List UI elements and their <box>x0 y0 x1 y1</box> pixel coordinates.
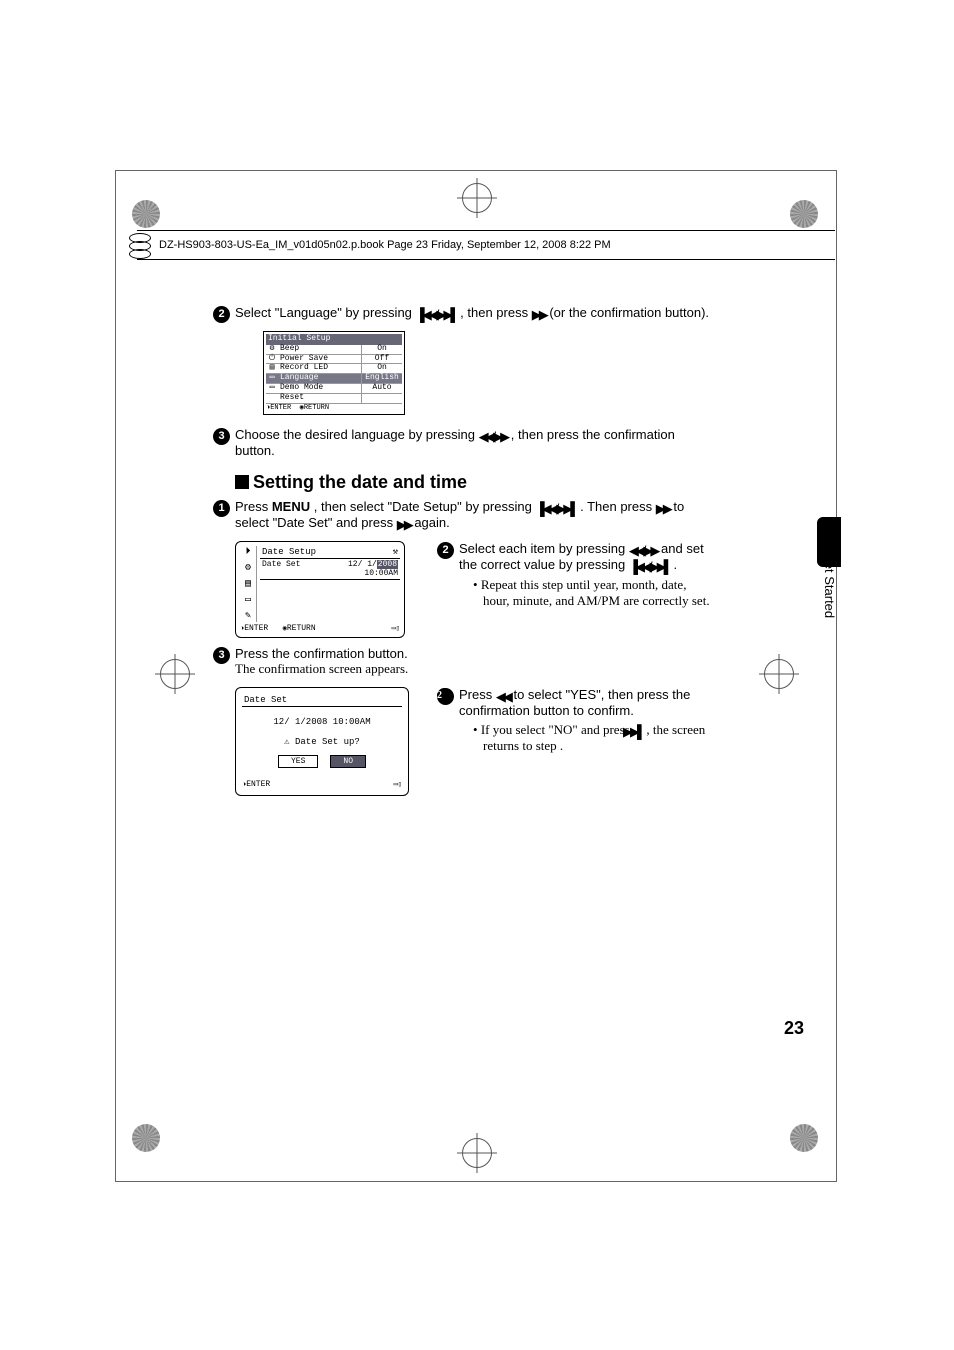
step4-bullet-c: . <box>560 738 563 753</box>
section-heading: Setting the date and time <box>235 472 715 493</box>
date-set-confirm-screenshot: Date Set 12/ 1/2008 10:00AM ⚠ Date Set u… <box>235 687 409 796</box>
next-track-icon: ▶▶▌ <box>633 725 643 738</box>
confirm-row: Date Set 12/ 1/2008 10:00AM ⚠ Date Set u… <box>235 687 715 796</box>
page-number: 23 <box>784 1018 804 1039</box>
step-1: 1 Press MENU , then select "Date Setup" … <box>235 499 715 531</box>
confirm-prompt: Date Set up? <box>295 737 360 747</box>
rewind-icon: ◀◀ <box>496 690 510 703</box>
crosshair-mark <box>160 659 190 689</box>
step4-bullet: If you select "NO" and press ▶▶▌ , the s… <box>473 722 715 754</box>
camera-icon: ⏵ <box>246 546 251 558</box>
step3-text-a: Choose the desired language by pressing <box>235 427 479 442</box>
page-content: 2 Select "Language" by pressing ▐◀◀/▶▶▌ … <box>235 305 715 804</box>
warning-icon: ⚠ <box>284 737 289 747</box>
menu1-row-reset: Reset <box>266 394 402 404</box>
yes-button: YES <box>278 755 318 768</box>
confirm-datetime: 12/ 1/2008 10:00AM <box>242 717 402 727</box>
step2-text-a: Select "Language" by pressing <box>235 305 416 320</box>
year-highlight: 2008 <box>377 560 398 569</box>
step1-c: . Then press <box>580 499 656 514</box>
binding-icon <box>129 231 153 259</box>
step3b-a: Press the confirmation button. <box>235 646 408 661</box>
date-part: 12/ 1/ <box>348 560 377 569</box>
step-3-top: 3 Choose the desired language by pressin… <box>235 427 715 458</box>
step-number-2: 2 <box>213 306 230 323</box>
registration-mark <box>132 1124 160 1152</box>
prev-next-icon: ▐◀◀/▶▶▌ <box>535 502 576 515</box>
fast-forward-icon: ▶▶ <box>532 308 546 321</box>
footer-enter: ENTER <box>244 624 268 633</box>
fast-forward-icon: ▶▶ <box>397 518 411 531</box>
registration-mark <box>132 200 160 228</box>
menu1-footer: ◑ENTER ◉RETURN <box>266 404 402 413</box>
step1-e: again. <box>414 515 449 530</box>
chapter-tab-label: Let's Get Started <box>822 521 837 618</box>
step2r-a: Select each item by pressing <box>459 541 629 556</box>
square-bullet-icon <box>235 475 249 489</box>
fast-forward-icon: ▶▶ <box>656 502 670 515</box>
footer-return: RETURN <box>287 624 316 633</box>
battery-icon: ▭▯ <box>394 780 402 789</box>
tool-icon: ✎ <box>245 610 251 622</box>
battery-icon: ▭▯ <box>392 624 400 633</box>
calendar-icon: ▤ <box>245 578 251 590</box>
registration-mark <box>790 1124 818 1152</box>
step-4: 4 Press ◀◀ to select "YES", then press t… <box>459 687 715 754</box>
step-2-top: 2 Select "Language" by pressing ▐◀◀/▶▶▌ … <box>235 305 715 321</box>
prev-next-icon: ▐◀◀/▶▶▌ <box>416 308 457 321</box>
footer-enter: ENTER <box>246 780 270 789</box>
gear-icon: ⚙ <box>245 562 251 574</box>
rew-ff-icon: ◀◀/▶▶ <box>629 544 658 557</box>
step3b-b: The confirmation screen appears. <box>235 661 408 676</box>
step4-bullet-a: If you select "NO" and press <box>481 722 633 737</box>
step-2-right: 2 Select each item by pressing ◀◀/▶▶ and… <box>459 541 715 609</box>
step-number-2: 2 <box>437 542 454 559</box>
doc-header-text: DZ-HS903-803-US-Ea_IM_v01d05n02.p.book P… <box>159 239 611 251</box>
menu3-title: Date Set <box>242 694 402 707</box>
rew-ff-icon: ◀◀/▶▶ <box>479 430 508 443</box>
date-set-row: Date Set 12/ 1/2008 10:00AM <box>260 559 400 580</box>
date-setup-screenshot: ⏵ ⚙ ▤ ▭ ✎ Date Setup ⚒ Date Set 12/ 1/200… <box>235 541 405 638</box>
crosshair-mark <box>462 1138 492 1168</box>
no-button: NO <box>330 755 366 768</box>
time-part: 10:00AM <box>364 569 398 578</box>
step1-a: Press <box>235 499 272 514</box>
registration-mark <box>790 200 818 228</box>
initial-setup-screenshot: Initial Setup ⚙BeepOn ⏻Power SaveOff ▤Re… <box>263 331 405 415</box>
heading-text: Setting the date and time <box>253 472 467 492</box>
step1-b: , then select "Date Setup" by pressing <box>314 499 536 514</box>
doc-header: DZ-HS903-803-US-Ea_IM_v01d05n02.p.book P… <box>137 230 835 260</box>
prev-next-icon: ▐◀◀/▶▶▌ <box>629 560 670 573</box>
step2-text-b: , then press <box>460 305 532 320</box>
date-set-label: Date Set <box>260 559 346 579</box>
menu-label: MENU <box>272 499 310 514</box>
date-setup-row: ⏵ ⚙ ▤ ▭ ✎ Date Setup ⚒ Date Set 12/ 1/200… <box>235 541 715 638</box>
step2-text-c: (or the confirmation button). <box>549 305 709 320</box>
tool-icon: ⚒ <box>393 547 398 557</box>
step2r-c: . <box>673 557 677 572</box>
step-3-bottom: 3 Press the confirmation button. The con… <box>235 646 715 677</box>
crosshair-mark <box>462 183 492 213</box>
step2r-bullet: Repeat this step until year, month, date… <box>473 577 715 609</box>
crosshair-mark <box>764 659 794 689</box>
icon-column: ⏵ ⚙ ▤ ▭ ✎ <box>240 546 256 622</box>
step4-a: Press <box>459 687 496 702</box>
menu2-title: Date Setup <box>262 547 316 557</box>
chapter-tab: Let's Get Started <box>817 517 841 647</box>
screen-icon: ▭ <box>245 594 251 606</box>
